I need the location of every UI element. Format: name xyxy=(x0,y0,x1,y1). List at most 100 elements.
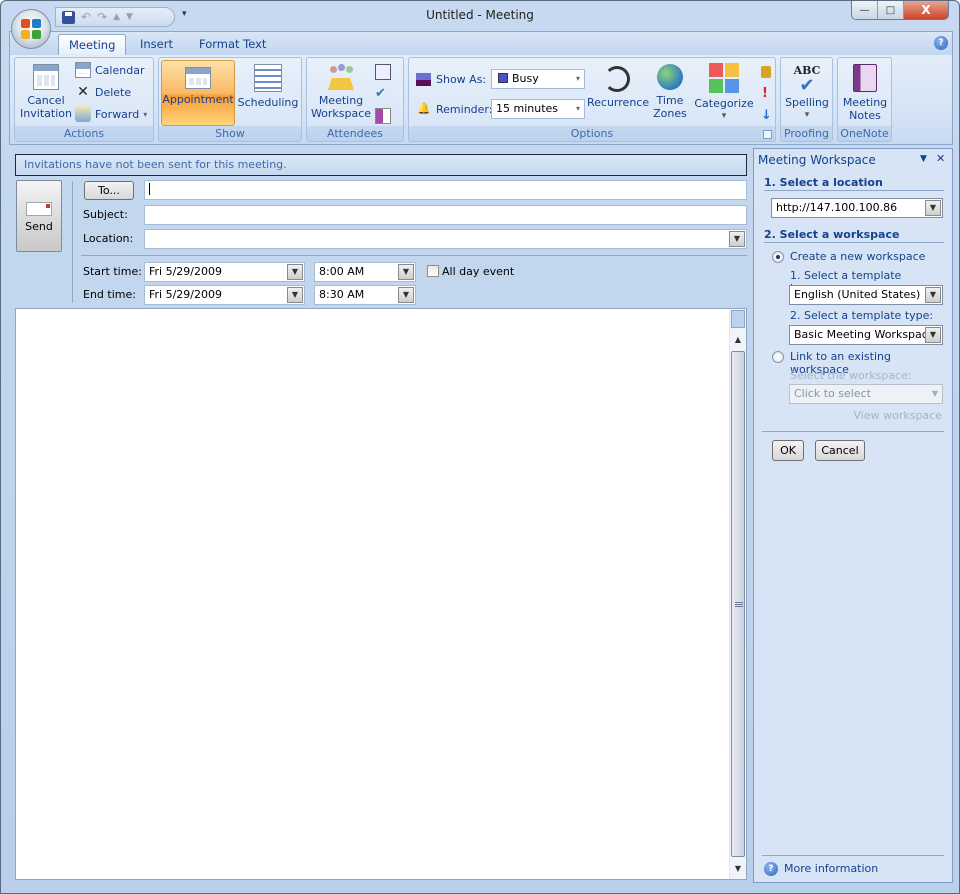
response-options-button[interactable] xyxy=(375,106,391,126)
meeting-workspace-icon xyxy=(326,64,356,90)
onenote-icon xyxy=(853,64,877,92)
check-names-button[interactable]: ✔ xyxy=(375,84,391,104)
subject-input[interactable] xyxy=(144,205,747,225)
group-proofing: ABC ✔ Spelling ▾ Proofing xyxy=(780,57,833,142)
delete-icon: ✕ xyxy=(77,84,89,100)
body-scrollbar[interactable]: ▲ ▼ xyxy=(729,309,746,879)
quick-access-toolbar: ↶ ↷ ▲ ▼ xyxy=(55,7,175,27)
start-date-dropdown-arrow[interactable]: ▼ xyxy=(287,264,303,280)
location-url-dropdown-arrow[interactable]: ▼ xyxy=(925,200,941,216)
check-names-icon: ✔ xyxy=(375,86,386,101)
customize-qat-icon[interactable]: ▾ xyxy=(182,9,187,19)
all-day-event-checkbox[interactable] xyxy=(427,265,439,277)
template-type-dropdown-arrow[interactable]: ▼ xyxy=(925,327,941,343)
template-language-dropdown-arrow[interactable]: ▼ xyxy=(925,287,941,303)
undo-icon[interactable]: ↶ xyxy=(81,11,91,23)
template-language-dropdown[interactable]: English (United States) ▼ xyxy=(789,285,943,305)
pane-title: Meeting Workspace xyxy=(758,153,876,167)
calendar-icon xyxy=(75,62,91,78)
time-zones-button[interactable]: Time Zones xyxy=(652,60,688,120)
group-label-actions: Actions xyxy=(15,126,153,141)
appointment-icon xyxy=(185,67,211,89)
group-attendees: Meeting Workspace ✔ Attendees xyxy=(306,57,404,142)
send-button[interactable]: Send xyxy=(16,180,62,252)
show-as-label: Show As: xyxy=(436,73,487,86)
close-button[interactable]: X xyxy=(904,1,948,19)
template-type-dropdown[interactable]: Basic Meeting Workspace ▼ xyxy=(789,325,943,345)
scheduling-icon xyxy=(254,64,282,92)
tab-insert[interactable]: Insert xyxy=(130,34,183,56)
maximize-button[interactable]: □ xyxy=(878,1,904,19)
more-information-link[interactable]: More information xyxy=(784,862,878,875)
forward-button[interactable]: Forward ▾ xyxy=(75,104,147,124)
office-button[interactable] xyxy=(11,9,51,49)
tab-meeting[interactable]: Meeting xyxy=(58,34,127,56)
start-date-picker[interactable]: Fri 5/29/2009 ▼ xyxy=(144,262,305,282)
reminder-dropdown[interactable]: 15 minutes ▾ xyxy=(491,99,585,119)
end-time-dropdown-arrow[interactable]: ▼ xyxy=(398,287,414,303)
link-workspace-radio[interactable] xyxy=(772,351,784,363)
spelling-button[interactable]: ABC ✔ Spelling ▾ xyxy=(782,60,832,122)
high-importance-button[interactable]: ! xyxy=(762,84,770,104)
group-show: Appointment Scheduling Show xyxy=(158,57,302,142)
pane-close-icon[interactable]: ✕ xyxy=(936,152,945,165)
group-label-proofing: Proofing xyxy=(781,126,832,141)
start-time-dropdown-arrow[interactable]: ▼ xyxy=(398,264,414,280)
recurrence-button[interactable]: Recurrence xyxy=(587,60,649,109)
group-onenote: Meeting Notes OneNote xyxy=(837,57,892,142)
address-book-button[interactable] xyxy=(375,62,391,82)
previous-item-icon[interactable]: ▲ xyxy=(113,12,120,22)
redo-icon[interactable]: ↷ xyxy=(97,11,107,23)
busy-color-icon xyxy=(498,73,508,83)
scrollbar-thumb[interactable] xyxy=(731,351,745,857)
ok-button[interactable]: OK xyxy=(772,440,804,461)
location-dropdown-arrow[interactable]: ▼ xyxy=(729,231,745,247)
options-dialog-launcher-icon[interactable] xyxy=(763,130,772,139)
meeting-window: Untitled - Meeting — □ X ↶ ↷ ▲ ▼ ▾ Meeti… xyxy=(0,0,960,894)
response-options-icon xyxy=(375,108,391,124)
ribbon-tabs: Meeting Insert Format Text ? xyxy=(9,31,953,56)
meeting-workspace-button[interactable]: Meeting Workspace xyxy=(309,60,373,120)
end-date-dropdown-arrow[interactable]: ▼ xyxy=(287,287,303,303)
scheduling-button[interactable]: Scheduling xyxy=(237,60,299,109)
low-importance-button[interactable]: ↓ xyxy=(761,106,772,126)
group-label-options: Options xyxy=(409,126,775,141)
to-input[interactable] xyxy=(144,180,747,200)
minimize-button[interactable]: — xyxy=(852,1,878,19)
cancel-invitation-button[interactable]: Cancel Invitation xyxy=(17,60,75,120)
appointment-button[interactable]: Appointment xyxy=(161,60,235,126)
template-type-label: 2. Select a template type: xyxy=(790,309,934,322)
end-date-picker[interactable]: Fri 5/29/2009 ▼ xyxy=(144,285,305,305)
save-icon[interactable] xyxy=(62,10,75,24)
scroll-up-arrow[interactable]: ▲ xyxy=(730,335,746,344)
create-workspace-radio[interactable] xyxy=(772,251,784,263)
start-time-picker[interactable]: 8:00 AM ▼ xyxy=(314,262,416,282)
location-url-dropdown[interactable]: http://147.100.100.86 ▼ xyxy=(771,198,943,218)
reminder-bell-icon: 🔔 xyxy=(417,102,431,115)
help-icon[interactable]: ? xyxy=(934,36,948,50)
end-time-picker[interactable]: 8:30 AM ▼ xyxy=(314,285,416,305)
subject-label: Subject: xyxy=(83,208,128,221)
next-item-icon[interactable]: ▼ xyxy=(126,12,133,22)
categorize-button[interactable]: Categorize ▾ xyxy=(692,60,756,123)
scrollbar-grip-icon xyxy=(735,602,743,607)
select-workspace-label: Select the workspace: xyxy=(790,369,912,382)
all-day-event-label: All day event xyxy=(442,265,515,278)
meeting-notes-button[interactable]: Meeting Notes xyxy=(839,60,891,122)
show-as-dropdown[interactable]: Busy ▾ xyxy=(491,69,585,89)
group-label-show: Show xyxy=(159,126,301,141)
calendar-button[interactable]: Calendar xyxy=(75,60,144,80)
to-button[interactable]: To... xyxy=(84,181,134,200)
reminder-label: Reminder: xyxy=(436,103,493,116)
scroll-down-arrow[interactable]: ▼ xyxy=(730,864,746,873)
location-input[interactable]: ▼ xyxy=(144,229,747,249)
pane-menu-icon[interactable]: ▼ xyxy=(920,154,927,164)
delete-button[interactable]: ✕ Delete xyxy=(75,82,131,102)
private-button[interactable] xyxy=(761,62,771,82)
cancel-button[interactable]: Cancel xyxy=(815,440,865,461)
ruler-toggle-icon[interactable] xyxy=(731,310,745,328)
tab-format-text[interactable]: Format Text xyxy=(189,34,276,56)
group-options: Show As: Busy ▾ 🔔 Reminder: 15 minutes ▾… xyxy=(408,57,776,142)
meeting-body-editor[interactable]: ▲ ▼ xyxy=(15,308,747,880)
send-envelope-icon xyxy=(26,202,52,216)
